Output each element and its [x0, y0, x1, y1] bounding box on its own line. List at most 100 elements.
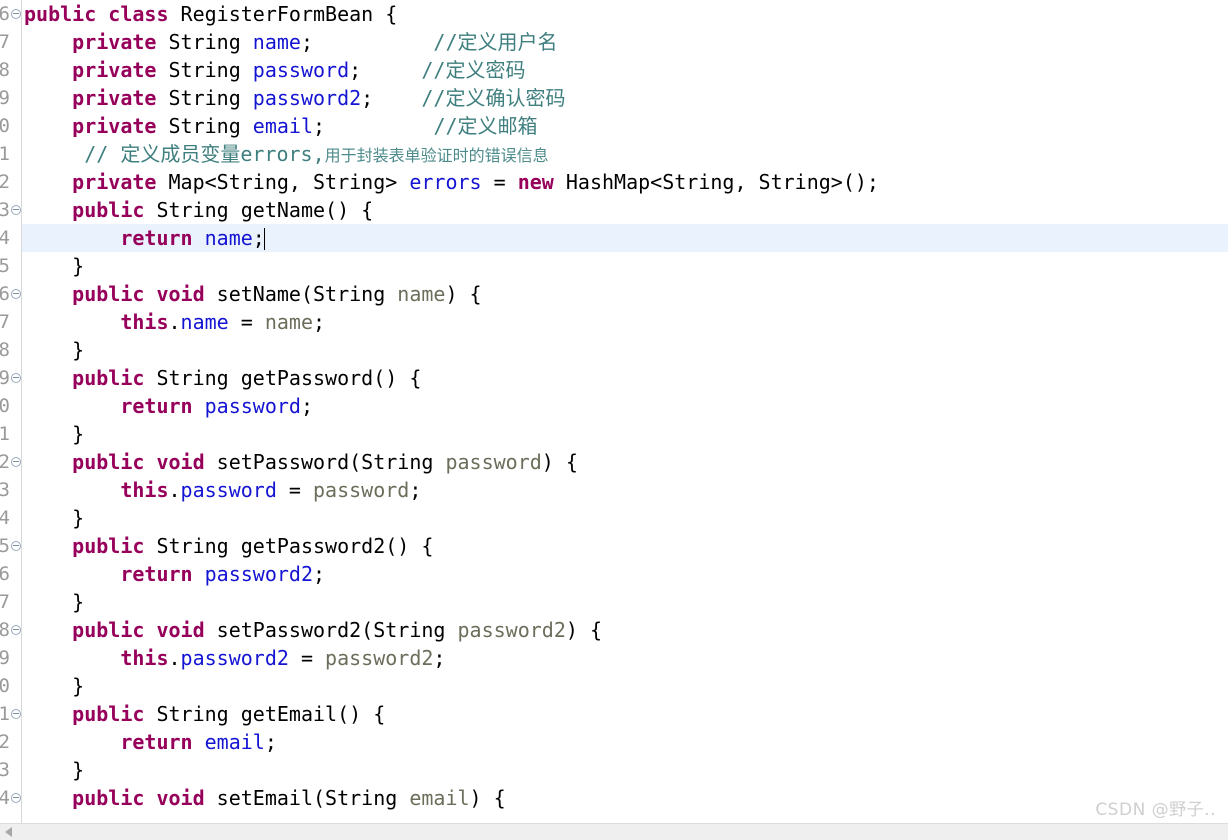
- code-token-kw: new: [517, 170, 554, 194]
- code-line[interactable]: }: [22, 756, 1228, 784]
- gutter-row[interactable]: 40: [0, 672, 21, 700]
- code-token-txt: .: [168, 478, 181, 502]
- gutter-row[interactable]: 28: [0, 336, 21, 364]
- code-token-fld: email: [252, 114, 314, 138]
- code-line[interactable]: return password2;: [22, 560, 1228, 588]
- horizontal-scrollbar-thumb[interactable]: [16, 826, 706, 838]
- code-token-txt: }: [24, 338, 85, 362]
- gutter-row[interactable]: 18: [0, 56, 21, 84]
- gutter-row[interactable]: 16: [0, 0, 21, 28]
- gutter-row[interactable]: 34: [0, 504, 21, 532]
- code-line[interactable]: public void setPassword2(String password…: [22, 616, 1228, 644]
- code-token-kw: public void: [72, 618, 205, 642]
- code-line[interactable]: return email;: [22, 728, 1228, 756]
- gutter-row[interactable]: 25: [0, 252, 21, 280]
- gutter-row[interactable]: 44: [0, 784, 21, 812]
- gutter-row[interactable]: 23: [0, 196, 21, 224]
- gutter-row[interactable]: 39: [0, 644, 21, 672]
- gutter-row[interactable]: 17: [0, 28, 21, 56]
- code-token-kw: private: [72, 58, 157, 82]
- fold-collapse-icon[interactable]: [11, 625, 21, 635]
- gutter-row[interactable]: 21: [0, 140, 21, 168]
- code-token-txt: String getPassword2() {: [144, 534, 434, 558]
- gutter-row[interactable]: 43: [0, 756, 21, 784]
- code-line[interactable]: this.name = name;: [22, 308, 1228, 336]
- code-line[interactable]: }: [22, 252, 1228, 280]
- code-line-current[interactable]: return name;: [22, 224, 1228, 252]
- line-number-gutter[interactable]: 1617181920212223242526272829303132333435…: [0, 0, 22, 824]
- code-line[interactable]: }: [22, 336, 1228, 364]
- fold-collapse-icon[interactable]: [11, 793, 21, 803]
- gutter-row[interactable]: 26: [0, 280, 21, 308]
- gutter-row[interactable]: 20: [0, 112, 21, 140]
- fold-collapse-icon[interactable]: [11, 709, 21, 719]
- code-token-cmt: //定义密码: [421, 58, 526, 82]
- gutter-row[interactable]: 27: [0, 308, 21, 336]
- code-line[interactable]: public String getName() {: [22, 196, 1228, 224]
- code-token-txt: String: [156, 114, 253, 138]
- gutter-row[interactable]: 19: [0, 84, 21, 112]
- gutter-row[interactable]: 37: [0, 588, 21, 616]
- fold-collapse-icon[interactable]: [11, 205, 21, 215]
- code-line[interactable]: public void setName(String name) {: [22, 280, 1228, 308]
- code-line[interactable]: public String getPassword2() {: [22, 532, 1228, 560]
- code-line[interactable]: }: [22, 672, 1228, 700]
- line-number: 44: [0, 784, 10, 812]
- code-token-txt: .: [168, 646, 181, 670]
- code-editor[interactable]: 1617181920212223242526272829303132333435…: [0, 0, 1228, 840]
- code-line[interactable]: public String getPassword() {: [22, 364, 1228, 392]
- code-line[interactable]: private String password; //定义密码: [22, 56, 1228, 84]
- line-number: 37: [0, 588, 10, 616]
- code-token-txt: ;: [409, 478, 422, 502]
- code-line[interactable]: public String getEmail() {: [22, 700, 1228, 728]
- gutter-row[interactable]: 42: [0, 728, 21, 756]
- code-token-txt: }: [24, 506, 85, 530]
- gutter-row[interactable]: 31: [0, 420, 21, 448]
- code-line[interactable]: public void setEmail(String email) {: [22, 784, 1228, 812]
- gutter-row[interactable]: 33: [0, 476, 21, 504]
- code-line[interactable]: return password;: [22, 392, 1228, 420]
- gutter-row[interactable]: 36: [0, 560, 21, 588]
- code-line[interactable]: private String email; //定义邮箱: [22, 112, 1228, 140]
- gutter-row[interactable]: 24: [0, 224, 21, 252]
- code-line[interactable]: // 定义成员变量errors,用于封装表单验证时的错误信息: [22, 140, 1228, 168]
- code-line[interactable]: public class RegisterFormBean {: [22, 0, 1228, 28]
- gutter-row[interactable]: 32: [0, 448, 21, 476]
- gutter-row[interactable]: 35: [0, 532, 21, 560]
- code-line[interactable]: }: [22, 504, 1228, 532]
- code-line[interactable]: }: [22, 588, 1228, 616]
- gutter-row[interactable]: 41: [0, 700, 21, 728]
- fold-collapse-icon[interactable]: [11, 373, 21, 383]
- horizontal-scrollbar[interactable]: [0, 823, 1228, 840]
- code-text-area[interactable]: public class RegisterFormBean { private …: [22, 0, 1228, 824]
- fold-collapse-icon[interactable]: [11, 457, 21, 467]
- gutter-row[interactable]: 22: [0, 168, 21, 196]
- line-number: 22: [0, 168, 10, 196]
- code-line[interactable]: }: [22, 420, 1228, 448]
- gutter-row[interactable]: 30: [0, 392, 21, 420]
- line-number: 43: [0, 756, 10, 784]
- triangle-left-icon[interactable]: [5, 827, 12, 837]
- code-line[interactable]: private String name; //定义用户名: [22, 28, 1228, 56]
- fold-collapse-icon[interactable]: [11, 9, 21, 19]
- code-token-cmt: //定义邮箱: [433, 114, 538, 138]
- fold-collapse-icon[interactable]: [11, 289, 21, 299]
- code-line[interactable]: this.password = password;: [22, 476, 1228, 504]
- code-line[interactable]: public void setPassword(String password)…: [22, 448, 1228, 476]
- fold-collapse-icon[interactable]: [11, 541, 21, 551]
- code-token-kw: private: [72, 30, 157, 54]
- gutter-row[interactable]: 29: [0, 364, 21, 392]
- code-line[interactable]: private String password2; //定义确认密码: [22, 84, 1228, 112]
- code-line[interactable]: private Map<String, String> errors = new…: [22, 168, 1228, 196]
- gutter-row[interactable]: 38: [0, 616, 21, 644]
- code-token-txt: setPassword2(String: [204, 618, 458, 642]
- code-line[interactable]: this.password2 = password2;: [22, 644, 1228, 672]
